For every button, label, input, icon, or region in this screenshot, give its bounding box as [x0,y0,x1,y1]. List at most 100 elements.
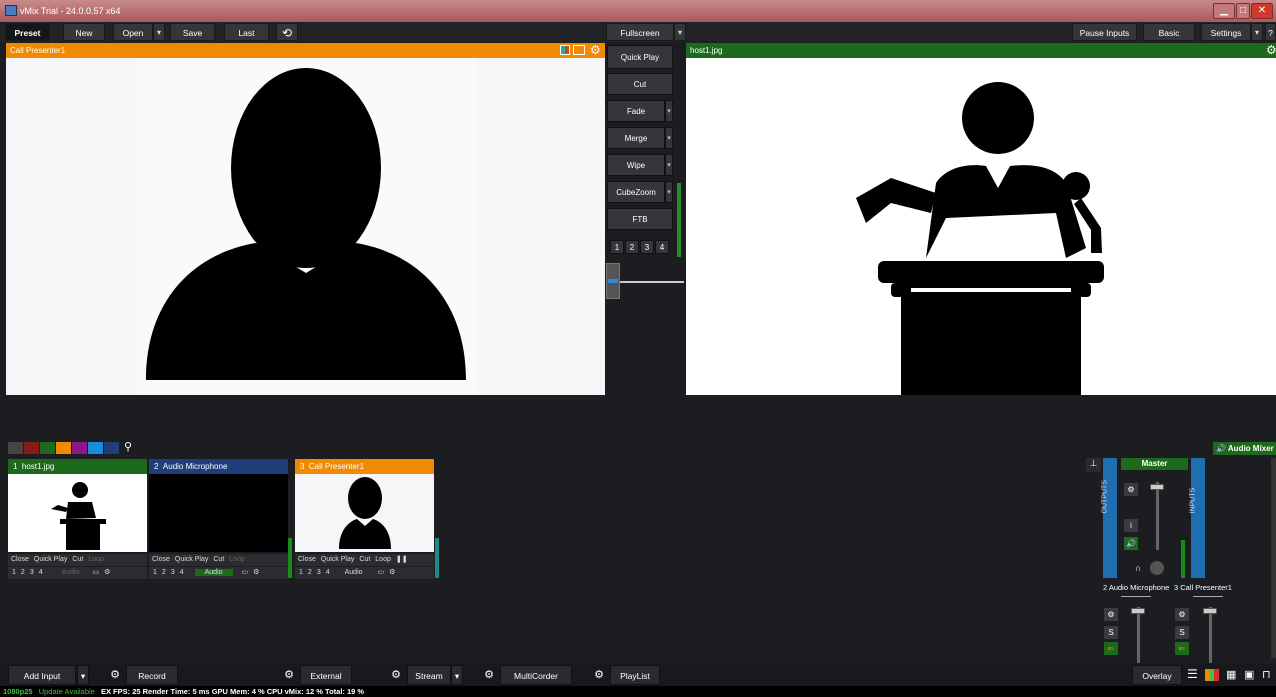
playlist-gear-icon[interactable]: ⚙ [590,665,608,685]
input-3-gear-icon[interactable]: ⚙ [389,569,395,576]
input-1-header[interactable]: 1 host1.jpg [8,459,147,474]
input-2-audio[interactable]: Audio [194,569,233,576]
basic-button[interactable]: Basic [1143,23,1195,41]
menu-icon[interactable]: ☰ [1187,667,1198,681]
master-info-button[interactable]: i [1124,519,1138,532]
input-1-loop[interactable]: Loop [88,556,104,563]
input-3-monitor-icon[interactable]: ▭ [378,569,385,576]
channel-3-fader-knob[interactable] [1203,608,1217,614]
record-button[interactable]: Record [126,665,178,685]
maximize-icon[interactable]: □ [1236,3,1250,19]
fullscreen-dropdown-icon[interactable]: ▾ [674,23,686,41]
preset-button[interactable]: Preset [5,23,50,41]
input-1-overlay-4[interactable]: 4 [39,569,43,576]
master-mute-icon[interactable]: 🔊 [1124,537,1138,550]
input-3-overlay-3[interactable]: 3 [317,569,321,576]
input-3-cut[interactable]: Cut [359,556,370,563]
preview-gear-icon[interactable]: ⚙ [590,43,601,58]
last-button[interactable]: Last [224,23,269,41]
headphones-icon[interactable]: ∩ [1135,563,1141,573]
fade-dropdown-icon[interactable]: ▾ [665,100,673,122]
input-2-loop[interactable]: Loop [229,556,245,563]
channel-3-solo-button[interactable]: S [1175,626,1189,639]
input-1-audio[interactable]: Audio [62,569,80,576]
audio-mixer-tab[interactable]: 🔊 Audio Mixer [1213,442,1276,455]
stream-gear-icon[interactable]: ⚙ [387,665,405,685]
snapshot-icon[interactable]: ▣ [1244,668,1254,681]
input-1-close[interactable]: Close [11,556,29,563]
stream-button[interactable]: Stream [407,665,451,685]
open-button[interactable]: Open [113,23,153,41]
inputs-tab[interactable]: INPUTS [1190,458,1205,578]
multicorder-gear-icon[interactable]: ⚙ [480,665,498,685]
master-gear-icon[interactable]: ⚙ [1124,483,1138,496]
pause-inputs-button[interactable]: Pause Inputs [1072,23,1137,41]
color-filter-purple[interactable] [72,442,87,454]
cubezoom-dropdown-icon[interactable]: ▾ [665,181,673,203]
color-filter-green[interactable] [40,442,55,454]
master-fader-knob[interactable] [1150,484,1164,490]
merge-button[interactable]: Merge [607,127,665,149]
channel-2-balance[interactable] [1121,596,1151,597]
stream-dropdown-icon[interactable]: ▾ [451,665,463,685]
channel-3-route-icon[interactable]: ⇐ [1175,642,1189,655]
color-filter-darkblue[interactable] [104,442,119,454]
playlist-button[interactable]: PlayList [610,665,660,685]
transition-3-button[interactable]: 3 [640,240,654,254]
output-screen[interactable] [686,58,1276,395]
master-volume-dial-icon[interactable] [1150,561,1164,575]
input-1-overlay-2[interactable]: 2 [21,569,25,576]
input-1-quick-play[interactable]: Quick Play [34,556,67,563]
add-input-dropdown-icon[interactable]: ▾ [77,665,89,685]
input-2-thumbnail[interactable] [149,474,288,552]
channel-3-gear-icon[interactable]: ⚙ [1175,608,1189,621]
input-3-audio[interactable]: Audio [345,569,363,576]
pin-icon[interactable]: ⊥ [1086,458,1101,472]
channel-2-fader-knob[interactable] [1131,608,1145,614]
multicorder-button[interactable]: MultiCorder [500,665,572,685]
fullscreen-button[interactable]: Fullscreen [606,23,674,41]
preview-screen[interactable] [6,58,605,395]
new-button[interactable]: New [63,23,105,41]
input-3-overlay-4[interactable]: 4 [326,569,330,576]
add-input-button[interactable]: Add Input [8,665,76,685]
minimize-icon[interactable]: ▁ [1213,3,1235,19]
help-button[interactable]: ? [1265,23,1276,41]
input-3-close[interactable]: Close [298,556,316,563]
levels-icon[interactable] [1205,669,1219,681]
input-2-overlay-4[interactable]: 4 [180,569,184,576]
transition-2-button[interactable]: 2 [625,240,639,254]
settings-dropdown-icon[interactable]: ▾ [1251,23,1263,41]
input-1-overlay-3[interactable]: 3 [30,569,34,576]
color-filter-all[interactable] [8,442,23,454]
input-2-close[interactable]: Close [152,556,170,563]
transition-4-button[interactable]: 4 [655,240,669,254]
input-1-gear-icon[interactable]: ⚙ [104,569,110,576]
input-3-overlay-2[interactable]: 2 [308,569,312,576]
color-filter-red[interactable] [24,442,39,454]
open-dropdown-icon[interactable]: ▾ [153,23,165,41]
save-button[interactable]: Save [170,23,215,41]
settings-button[interactable]: Settings [1201,23,1251,41]
input-2-cut[interactable]: Cut [213,556,224,563]
input-2-overlay-2[interactable]: 2 [162,569,166,576]
input-3-quick-play[interactable]: Quick Play [321,556,354,563]
input-3-loop[interactable]: Loop [375,556,391,563]
output-gear-icon[interactable]: ⚙ [1266,43,1276,58]
cubezoom-button[interactable]: CubeZoom [607,181,665,203]
input-2-monitor-icon[interactable]: ▭ [242,569,249,576]
color-filter-blue[interactable] [88,442,103,454]
input-1-monitor-icon[interactable]: ▭ [93,569,100,576]
cut-button[interactable]: Cut [607,73,673,95]
input-1-thumbnail[interactable] [8,474,147,552]
channel-2-gear-icon[interactable]: ⚙ [1104,608,1118,621]
transition-1-button[interactable]: 1 [610,240,624,254]
channel-2-route-icon[interactable]: ⇐ [1104,642,1118,655]
input-1-cut[interactable]: Cut [72,556,83,563]
grid-icon[interactable]: ▦ [1226,668,1236,681]
update-available-link[interactable]: Update Available [39,687,95,696]
merge-dropdown-icon[interactable]: ▾ [665,127,673,149]
search-icon[interactable]: ⚲ [124,440,132,453]
mixer-scrollbar[interactable] [1271,458,1276,658]
input-2-overlay-3[interactable]: 3 [171,569,175,576]
